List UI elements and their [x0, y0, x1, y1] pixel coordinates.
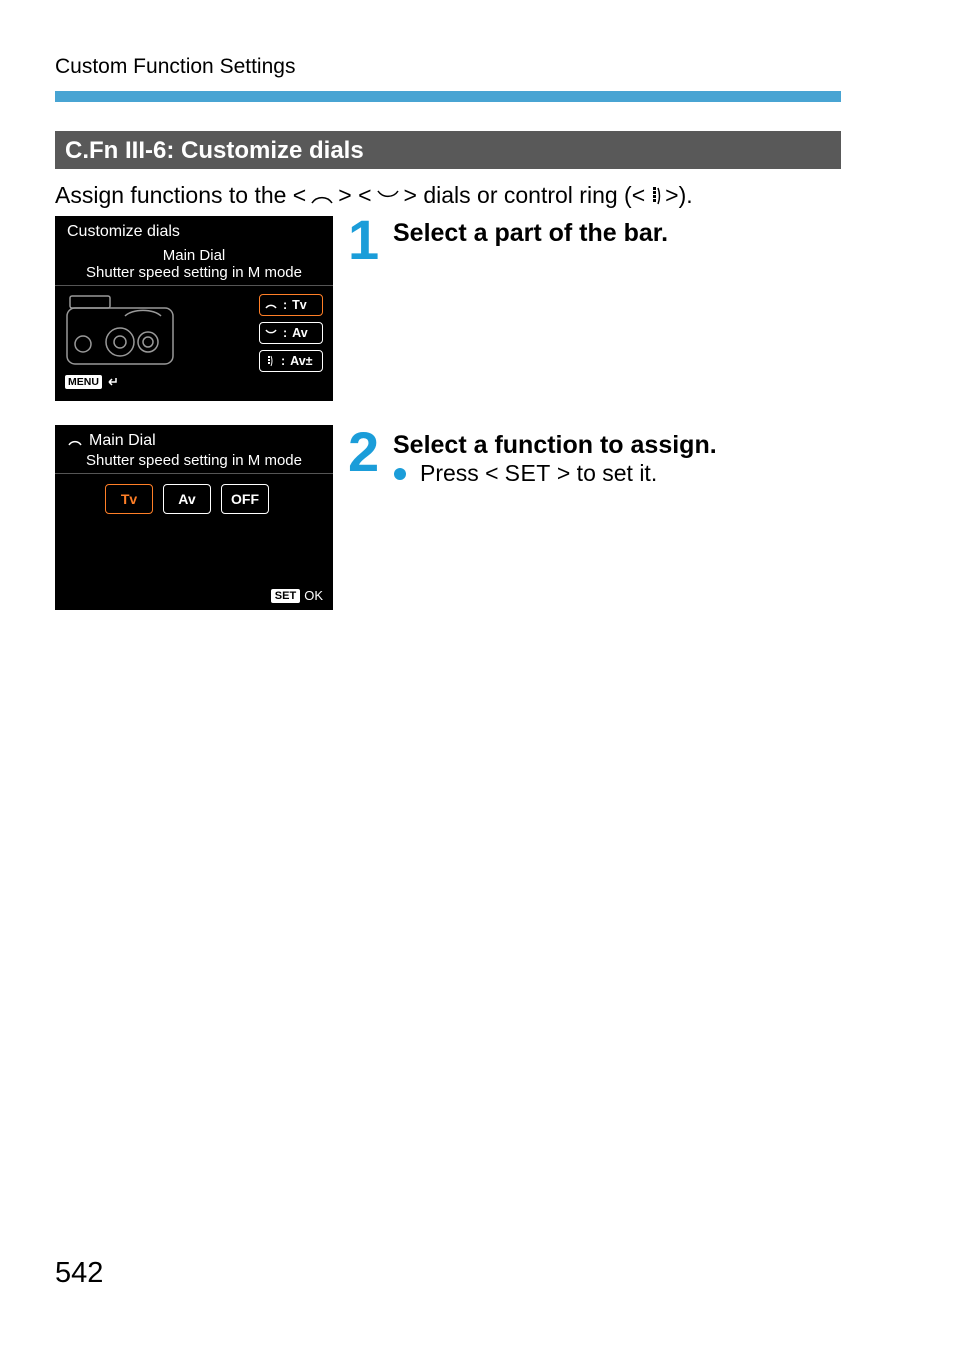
arc-up-icon: [67, 435, 83, 447]
option-off: OFF: [221, 484, 269, 514]
intro-prefix: Assign functions to the <: [55, 182, 306, 209]
intro-mid1: > <: [338, 182, 371, 209]
legend-tv-label: Tv: [292, 298, 307, 312]
step-1-number: 1: [348, 207, 379, 272]
ss2-option-row: Tv Av OFF: [55, 474, 333, 514]
control-ring-icon: [647, 185, 663, 207]
legend-avpm-label: Av±: [290, 354, 312, 368]
legend-av-chip: : Av: [259, 322, 323, 344]
ss1-dial-function: Shutter speed setting in M mode: [55, 264, 333, 286]
ok-label: OK: [304, 588, 323, 603]
set-ok-indicator: SET OK: [271, 588, 323, 603]
ss1-title: Customize dials: [55, 216, 333, 243]
bullet-set: SET: [505, 460, 551, 487]
bullet-post: > to set it.: [557, 460, 657, 487]
blue-separator: [55, 91, 841, 102]
menu-label: MENU: [65, 375, 102, 389]
step-2-bullet: Press < SET > to set it.: [394, 460, 657, 487]
menu-back-indicator: MENU: [65, 375, 118, 389]
legend-avpm-chip: : Av±: [259, 350, 323, 372]
camera-ui-screenshot-2: Main Dial Shutter speed setting in M mod…: [55, 425, 333, 610]
bullet-pre: Press <: [420, 460, 499, 487]
bullet-dot-icon: [394, 468, 406, 480]
step-2-heading: Select a function to assign.: [393, 431, 717, 460]
intro-mid2: > dials or control ring (<: [404, 182, 646, 209]
dial-legend: : Tv : Av : Av±: [259, 294, 323, 372]
page-number: 542: [55, 1257, 103, 1290]
ring-icon: [264, 355, 276, 367]
page-section-title: Custom Function Settings: [55, 55, 295, 79]
back-arrow-icon: [104, 376, 118, 388]
step-1-heading: Select a part of the bar.: [393, 219, 668, 248]
cfn-heading: C.Fn III-6: Customize dials: [55, 131, 841, 169]
set-chip: SET: [271, 589, 300, 603]
ss2-subtitle: Shutter speed setting in M mode: [55, 452, 333, 474]
camera-body-diagram-icon: [65, 294, 175, 369]
option-tv: Tv: [105, 484, 153, 514]
quick-dial-icon: [374, 186, 402, 206]
ss1-dial-name: Main Dial: [55, 243, 333, 264]
camera-ui-screenshot-1: Customize dials Main Dial Shutter speed …: [55, 216, 333, 401]
option-av: Av: [163, 484, 211, 514]
ss2-title: Main Dial: [89, 432, 156, 450]
legend-av-label: Av: [292, 326, 308, 340]
intro-text: Assign functions to the < > < > dials or…: [55, 182, 693, 209]
intro-suffix: >).: [665, 182, 692, 209]
main-dial-icon: [308, 186, 336, 206]
step-2-number: 2: [348, 419, 379, 484]
arc-up-icon: [264, 300, 278, 310]
legend-tv-chip: : Tv: [259, 294, 323, 316]
arc-down-icon: [264, 328, 278, 338]
